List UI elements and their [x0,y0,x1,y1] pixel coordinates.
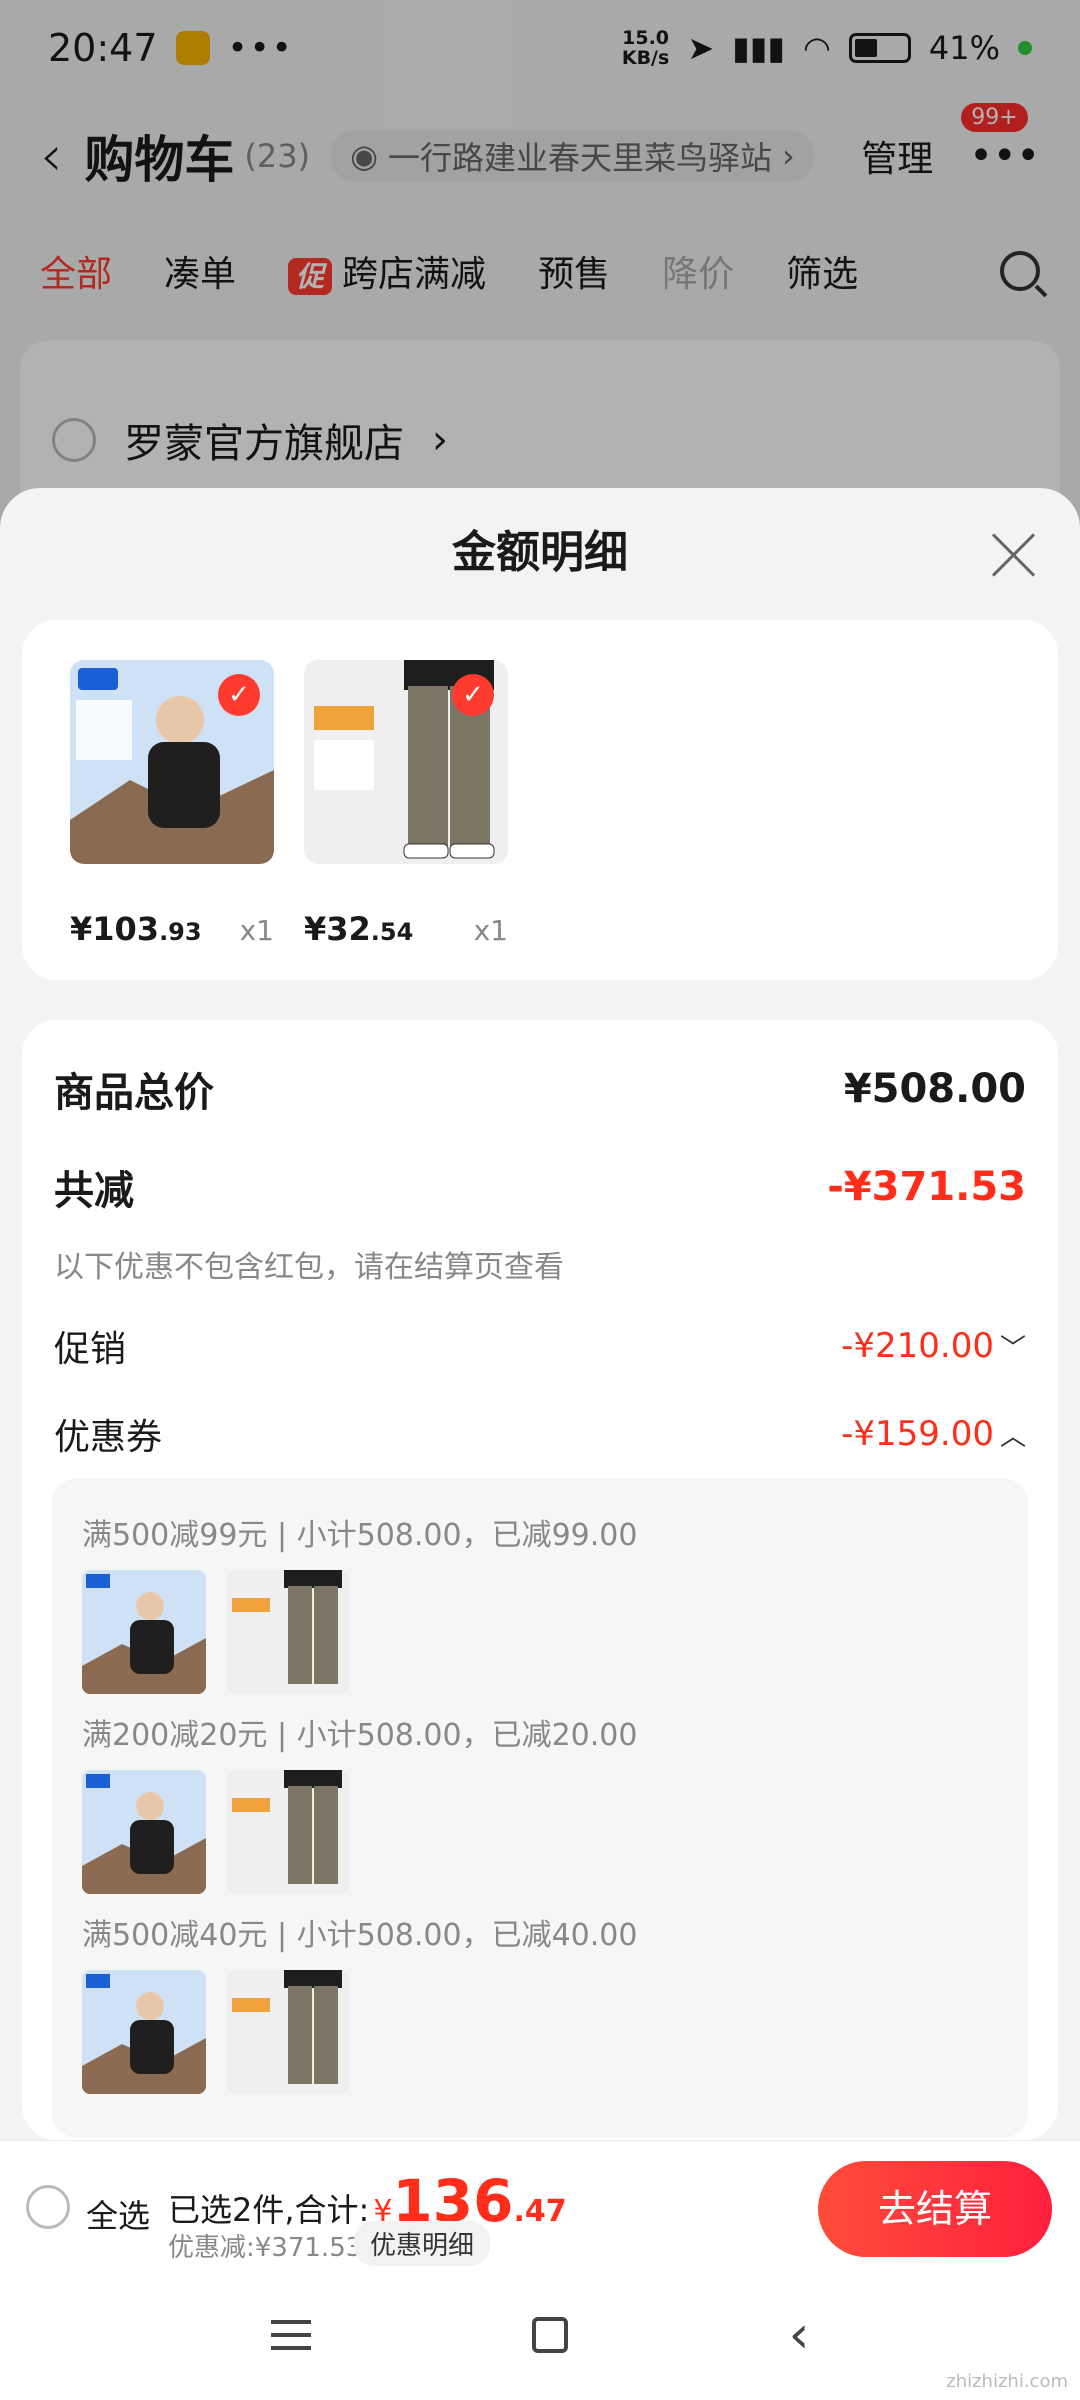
reduce-note: 以下优惠不包含红包，请在结算页查看 [54,1250,564,1285]
price-breakdown: 商品总价 ¥508.00 共减 -¥371.53 以下优惠不包含红包，请在结算页… [22,1020,1058,2140]
select-all-label[interactable]: 全选 [86,2191,150,2237]
chevron-down-icon: ﹀ [999,1334,1026,1364]
total-price-row: 商品总价 ¥508.00 [54,1060,1026,1118]
total-price-value: ¥508.00 [843,1066,1026,1112]
promotion-row[interactable]: 促销 -¥210.00 ﹀ [54,1320,1026,1372]
watermark: zhizhizhi.com [946,2371,1068,2392]
thumb-pants [226,1770,350,1894]
promotion-label: 促销 [54,1329,127,1370]
back-nav-icon[interactable]: ‹ [789,2305,810,2365]
total-reduce-row: 共减 -¥371.53 [54,1158,1026,1216]
product-quantity: x1 [239,914,274,947]
coupon-breakdown: 满500减99元 | 小计508.00，已减99.00 满200减20元 | 小… [52,1478,1028,2138]
coupon-row[interactable]: 优惠券 -¥159.00 ︿ [54,1408,1026,1460]
total-reduce-value: -¥371.53 [827,1164,1026,1210]
thumb-jacket [82,1970,206,2094]
thumb-jacket [82,1770,206,1894]
saving-text: 优惠减:¥371.53 [168,2233,363,2263]
coupon-products [82,1770,350,1894]
modal-overlay[interactable] [0,0,1080,540]
product-quantity: x1 [473,914,508,947]
checkout-button[interactable]: 去结算 [818,2161,1052,2257]
home-icon[interactable] [531,2317,568,2353]
checked-icon: ✓ [218,674,260,716]
checkout-bar: 全选 已选2件,合计: ¥ 136 .47 优惠减:¥371.53 优惠明细 去… [0,2140,1080,2270]
system-nav-bar: ‹ zhizhizhi.com [0,2270,1080,2400]
coupon-rule: 满500减99元 | 小计508.00，已减99.00 [82,1518,638,1553]
product-image-jacket: ✓ [70,660,274,864]
coupon-products [82,1570,350,1694]
product-price: ¥32.54 [304,910,414,948]
discount-detail-button[interactable]: 优惠明细 [354,2221,491,2266]
product-item[interactable]: ✓ ¥103.93 x1 [70,660,274,948]
select-all-radio[interactable] [26,2185,70,2229]
thumb-pants [226,1570,350,1694]
sheet-title: 金额明细 [452,527,628,578]
product-price: ¥103.93 [70,910,202,948]
close-icon[interactable] [992,532,1036,576]
total-price-label: 商品总价 [54,1070,214,1116]
coupon-rule: 满500减40元 | 小计508.00，已减40.00 [82,1918,638,1953]
coupon-value: -¥159.00 [841,1414,994,1454]
total-reduce-label: 共减 [54,1168,134,1214]
menu-icon[interactable] [270,2320,311,2350]
thumb-pants [226,1970,350,2094]
coupon-rule: 满200减20元 | 小计508.00，已减20.00 [82,1718,638,1753]
product-item[interactable]: ✓ ¥32.54 x1 [304,660,508,948]
amount-detail-sheet: 金额明细 ✓ ¥103.93 x1 ✓ ¥32.54 x1 商品总价 ¥508.… [0,488,1080,2140]
checked-icon: ✓ [452,674,494,716]
coupon-label: 优惠券 [54,1417,163,1458]
coupon-products [82,1970,350,2094]
promotion-value: -¥210.00 [841,1326,994,1366]
thumb-jacket [82,1570,206,1694]
selected-products: ✓ ¥103.93 x1 ✓ ¥32.54 x1 [22,620,1058,980]
chevron-up-icon: ︿ [999,1422,1026,1452]
product-image-pants: ✓ [304,660,508,864]
